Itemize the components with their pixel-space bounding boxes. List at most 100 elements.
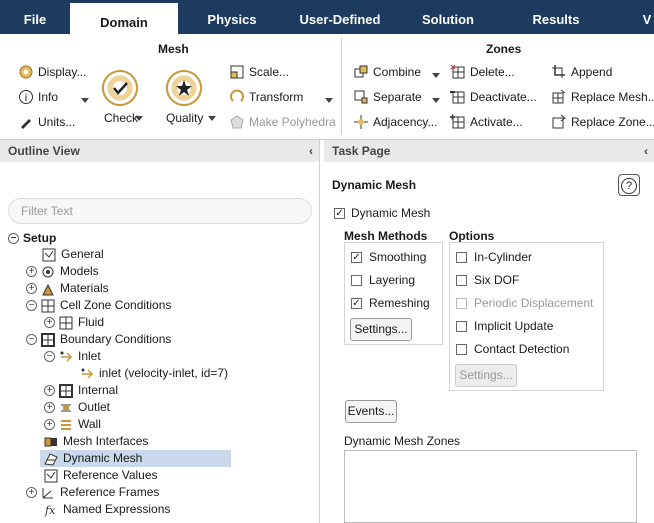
collapse-panel-icon[interactable]: ‹ [644,140,648,162]
mesh-methods-settings-button[interactable]: Settings... [350,318,412,341]
tree-item-fluid[interactable]: + Fluid [44,314,104,331]
tab-physics[interactable]: Physics [178,0,286,34]
mesh-methods-group: ✓ Smoothing Layering ✓ Remeshing Setting… [344,242,443,345]
replace-mesh-button[interactable]: Replace Mesh... [551,87,654,107]
expand-icon[interactable]: + [26,283,37,294]
combine-dropdown-icon[interactable] [432,73,440,78]
adjacency-button[interactable]: Adjacency... [353,112,437,132]
outline-view-panel: Outline View ‹ Filter Text − Setup General… [0,140,320,523]
task-page-title: Dynamic Mesh [332,178,417,192]
units-button[interactable]: Units... [18,112,75,132]
inlet-icon [59,350,73,364]
expand-icon[interactable]: + [44,419,55,430]
quality-icon[interactable] [166,70,202,106]
collapse-icon[interactable]: − [8,233,19,244]
transform-dropdown-icon[interactable] [325,98,333,103]
separate-button[interactable]: Separate [353,87,422,107]
implicit-update-label: Implicit Update [474,319,554,333]
collapse-icon[interactable]: − [26,300,37,311]
tree-item-dynamic-mesh[interactable]: Dynamic Mesh [40,450,231,467]
expand-icon[interactable]: + [26,487,37,498]
combine-button[interactable]: Combine [353,62,421,82]
info-button[interactable]: i Info [18,87,58,107]
deactivate-button[interactable]: Deactivate... [450,87,537,107]
tree-item-wall[interactable]: + Wall [44,416,101,433]
tree-item-setup[interactable]: − Setup [8,230,56,247]
tab-view[interactable]: V [640,0,654,34]
collapse-panel-icon[interactable]: ‹ [309,140,313,162]
six-dof-label: Six DOF [474,273,520,287]
activate-button[interactable]: Activate... [450,112,523,132]
append-icon [551,64,567,80]
collapse-icon[interactable]: − [26,334,37,345]
implicit-update-checkbox[interactable] [456,321,467,332]
info-dropdown-icon[interactable] [81,98,89,103]
tree-item-named-expressions[interactable]: fx Named Expressions [44,501,170,518]
general-icon [42,248,56,262]
replace-zone-icon [551,114,567,130]
help-button[interactable]: ? [618,174,640,196]
periodic-displacement-label: Periodic Displacement [474,296,594,310]
collapse-icon[interactable]: − [44,351,55,362]
fluid-icon [59,316,73,330]
delete-icon [450,64,466,80]
events-button[interactable]: Events... [345,400,397,423]
scale-button[interactable]: Scale... [229,62,289,82]
remeshing-checkbox[interactable]: ✓ [351,298,362,309]
check-icon[interactable] [102,70,138,106]
mesh-interfaces-icon [44,435,58,449]
tree-item-outlet[interactable]: + Outlet [44,399,110,416]
options-group: In-Cylinder Six DOF Periodic Displacemen… [449,242,604,391]
tab-domain[interactable]: Domain [70,0,178,34]
expand-icon[interactable]: + [44,317,55,328]
layering-checkbox[interactable] [351,275,362,286]
filter-text-input[interactable]: Filter Text [8,198,312,224]
display-button[interactable]: Display... [18,62,86,82]
remeshing-label: Remeshing [369,296,430,310]
tree-item-reference-values[interactable]: Reference Values [44,467,158,484]
append-button[interactable]: Append [551,62,612,82]
contact-detection-label: Contact Detection [474,342,570,356]
expand-icon[interactable]: + [26,266,37,277]
transform-button[interactable]: Transform [229,87,303,107]
tree-item-inlet[interactable]: − Inlet [44,348,101,365]
check-button[interactable]: Check [104,108,138,128]
tab-file[interactable]: File [0,0,70,34]
expand-icon[interactable]: + [44,402,55,413]
tree-item-materials[interactable]: + Materials [26,280,109,297]
tree-item-mesh-interfaces[interactable]: Mesh Interfaces [44,433,148,450]
tree-item-inlet-zone[interactable]: inlet (velocity-inlet, id=7) [80,365,228,382]
tab-results[interactable]: Results [502,0,610,34]
tree-item-cell-zone-conditions[interactable]: − Cell Zone Conditions [26,297,171,314]
contact-detection-checkbox[interactable] [456,344,467,355]
scale-icon [229,64,245,80]
tree-item-reference-frames[interactable]: + Reference Frames [26,484,159,501]
cell-zone-icon [41,299,55,313]
six-dof-checkbox[interactable] [456,275,467,286]
dynamic-mesh-zones-list[interactable] [344,450,637,523]
help-icon: ? [621,178,637,194]
boundary-conditions-icon [41,332,55,347]
polyhedra-icon [229,114,245,130]
tree-item-models[interactable]: + Models [26,263,99,280]
internal-icon [59,383,73,398]
tab-user-defined[interactable]: User-Defined [286,0,394,34]
options-settings-button[interactable]: Settings... [455,364,517,387]
tree-item-internal[interactable]: + Internal [44,382,118,399]
delete-button[interactable]: Delete... [450,62,515,82]
smoothing-checkbox[interactable]: ✓ [351,252,362,263]
tree-item-general[interactable]: General [42,246,104,263]
replace-zone-button[interactable]: Replace Zone... [551,112,654,132]
in-cylinder-checkbox[interactable] [456,252,467,263]
quality-dropdown-icon[interactable] [208,116,216,121]
expand-icon[interactable]: + [44,385,55,396]
dynamic-mesh-checkbox[interactable]: ✓ [334,208,345,219]
periodic-displacement-checkbox[interactable] [456,298,467,309]
make-polyhedra-button[interactable]: Make Polyhedra [229,112,336,132]
transform-icon [229,89,245,105]
tree-item-boundary-conditions[interactable]: − Boundary Conditions [26,331,171,348]
tab-solution[interactable]: Solution [394,0,502,34]
separate-dropdown-icon[interactable] [432,98,440,103]
check-dropdown-icon[interactable] [135,116,143,121]
quality-button[interactable]: Quality [166,108,203,128]
